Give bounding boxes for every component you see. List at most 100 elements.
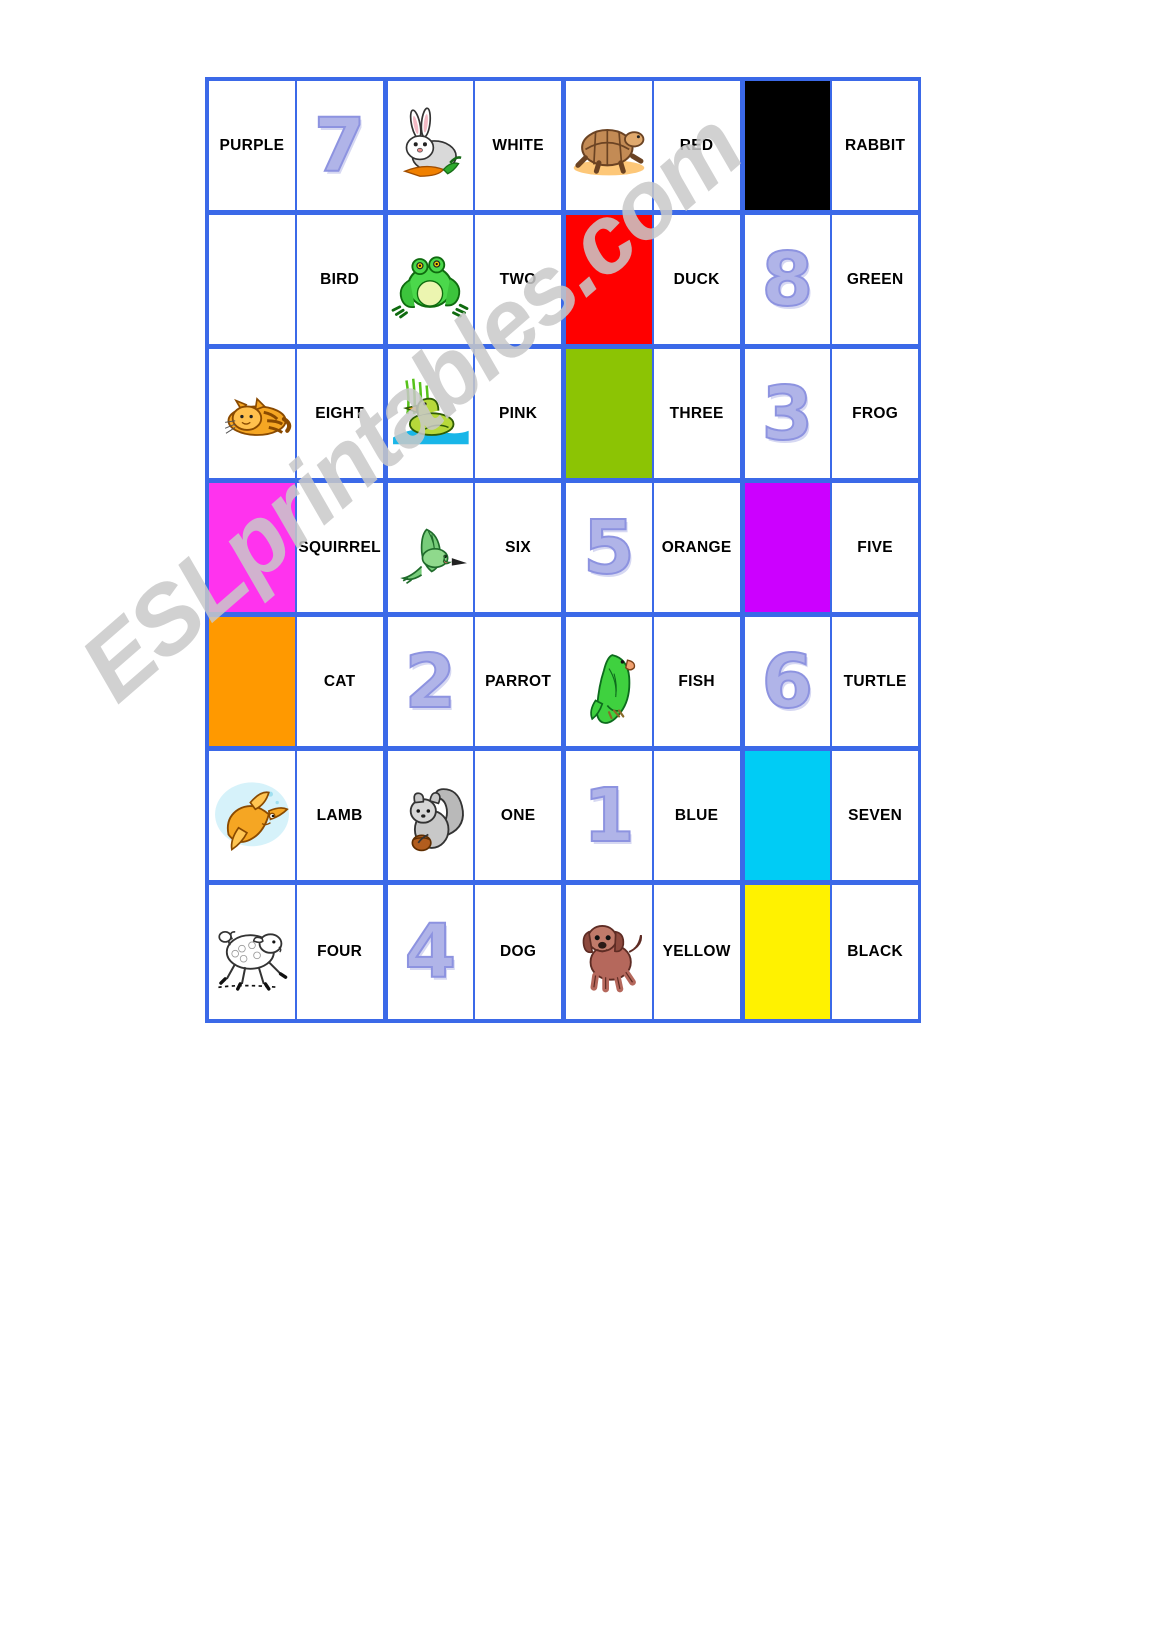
- domino-word: TWO: [499, 270, 537, 288]
- domino-word: CAT: [323, 672, 356, 690]
- domino-card[interactable]: SQUIRREL: [209, 483, 388, 612]
- domino-word: PINK: [499, 404, 538, 422]
- domino-picture-cell: [387, 483, 476, 612]
- domino-word-cell: ORANGE: [653, 483, 740, 612]
- domino-word: PURPLE: [219, 136, 285, 154]
- domino-card[interactable]: FISH: [566, 617, 745, 746]
- domino-word-cell: GREEN: [832, 215, 918, 344]
- dog-picture: [582, 925, 642, 993]
- domino-picture-cell: [209, 751, 297, 880]
- domino-word-cell: EIGHT: [296, 349, 383, 478]
- domino-word: SQUIRREL: [298, 538, 381, 556]
- domino-card[interactable]: 4 DOG: [387, 885, 566, 1019]
- domino-card[interactable]: DUCK: [566, 215, 745, 344]
- domino-word: DUCK: [673, 270, 720, 288]
- number-glyph: 4: [404, 909, 457, 995]
- domino-word: SIX: [505, 538, 532, 556]
- domino-word-cell: THREE: [653, 349, 740, 478]
- domino-card[interactable]: RABBIT: [744, 81, 918, 210]
- domino-card[interactable]: PINK: [387, 349, 566, 478]
- number-glyph: 8: [761, 236, 814, 323]
- domino-word: BIRD: [320, 270, 360, 288]
- domino-card[interactable]: ONE: [387, 751, 566, 880]
- domino-card[interactable]: PURPLE 7: [209, 81, 388, 210]
- domino-card[interactable]: EIGHT: [209, 349, 388, 478]
- domino-word: FISH: [678, 672, 715, 690]
- domino-word-cell: DUCK: [653, 215, 740, 344]
- green-swatch: [566, 349, 654, 478]
- domino-card[interactable]: LAMB: [209, 751, 388, 880]
- domino-word: FOUR: [317, 943, 363, 960]
- domino-number-cell: 3: [744, 349, 833, 478]
- number-glyph: 7: [313, 102, 366, 189]
- domino-picture-cell: [387, 349, 476, 478]
- domino-word: YELLOW: [662, 943, 731, 960]
- orange-swatch: [209, 617, 297, 746]
- domino-word: TURTLE: [843, 672, 907, 690]
- domino-card[interactable]: 8 GREEN: [744, 215, 918, 344]
- domino-card[interactable]: SIX: [387, 483, 566, 612]
- domino-word-cell: RED: [653, 81, 740, 210]
- domino-picture-cell: [387, 751, 476, 880]
- domino-card[interactable]: BIRD: [209, 215, 388, 344]
- domino-card[interactable]: SEVEN: [744, 751, 918, 880]
- domino-word-cell: TWO: [475, 215, 561, 344]
- domino-card[interactable]: RED: [566, 81, 745, 210]
- domino-word: ONE: [500, 806, 536, 824]
- domino-row: LAMB ONE 1 BLUE SEVEN: [209, 751, 918, 885]
- domino-word-cell: PARROT: [475, 617, 561, 746]
- domino-word-cell: CAT: [296, 617, 383, 746]
- domino-card[interactable]: 3 FROG: [744, 349, 918, 478]
- goldfish-picture: [214, 781, 289, 851]
- domino-card[interactable]: FOUR: [209, 885, 388, 1019]
- domino-number-cell: 5: [566, 483, 654, 612]
- domino-row: FOUR 4 DOG YELLOW BLACK: [209, 885, 918, 1019]
- domino-card[interactable]: 5 ORANGE: [566, 483, 745, 612]
- domino-picture-cell: [566, 885, 654, 1019]
- black-swatch: [744, 81, 831, 210]
- domino-word-cell: FROG: [832, 349, 918, 478]
- domino-card[interactable]: CAT: [209, 617, 388, 746]
- domino-number-cell: 6: [744, 617, 833, 746]
- domino-word-cell: PINK: [475, 349, 561, 478]
- domino-word-cell: ONE: [475, 751, 561, 880]
- domino-word-cell: SEVEN: [832, 751, 918, 880]
- domino-card[interactable]: TWO: [387, 215, 566, 344]
- domino-word: BLUE: [674, 806, 719, 824]
- number-glyph: 2: [404, 638, 457, 725]
- domino-word: RABBIT: [844, 136, 906, 154]
- domino-word-cell: RABBIT: [832, 81, 918, 210]
- domino-card[interactable]: FIVE: [744, 483, 918, 612]
- domino-card[interactable]: 1 BLUE: [566, 751, 745, 880]
- yellow-swatch: [744, 885, 831, 1019]
- domino-card[interactable]: YELLOW: [566, 885, 745, 1019]
- frog-picture: [391, 255, 469, 318]
- cat-picture: [224, 396, 292, 436]
- domino-card[interactable]: 2 PARROT: [387, 617, 566, 746]
- domino-number-cell: 4: [387, 885, 476, 1019]
- domino-card[interactable]: WHITE: [387, 81, 566, 210]
- domino-word: ORANGE: [661, 538, 732, 556]
- domino-picture-cell: [387, 81, 476, 210]
- domino-board: PURPLE 7 WHITE RED RABBIT BIRD TWO DUCK …: [205, 77, 921, 1023]
- domino-number-cell: 2: [387, 617, 476, 746]
- pink-swatch: [209, 483, 297, 612]
- domino-card[interactable]: THREE: [566, 349, 745, 478]
- domino-word-cell: DOG: [475, 885, 561, 1019]
- domino-word: DOG: [500, 943, 537, 960]
- domino-word: THREE: [669, 404, 724, 422]
- domino-word: GREEN: [846, 270, 904, 288]
- blue-swatch: [744, 751, 833, 880]
- domino-word-cell: BLUE: [653, 751, 740, 880]
- domino-card[interactable]: BLACK: [744, 885, 918, 1019]
- domino-card[interactable]: 6 TURTLE: [744, 617, 918, 746]
- domino-word: WHITE: [492, 136, 544, 154]
- domino-word: PARROT: [485, 672, 552, 690]
- domino-row: PURPLE 7 WHITE RED RABBIT: [209, 81, 918, 215]
- domino-row: CAT 2 PARROT FISH 6 TURTLE: [209, 617, 918, 751]
- domino-picture-cell: [209, 349, 297, 478]
- domino-word-cell: SIX: [475, 483, 561, 612]
- parrot-picture: [590, 653, 636, 724]
- duck-picture: [393, 378, 470, 444]
- number-glyph: 3: [761, 370, 814, 457]
